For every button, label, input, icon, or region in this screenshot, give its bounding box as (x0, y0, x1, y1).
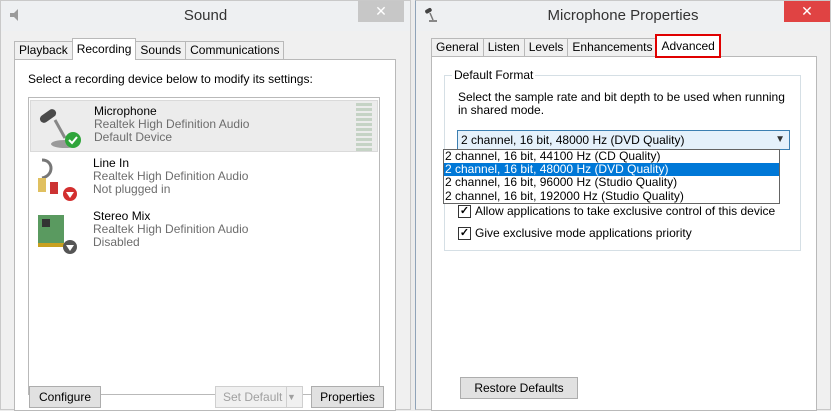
checkbox-label: Give exclusive mode applications priorit… (475, 226, 692, 240)
dropdown-option[interactable]: 2 channel, 16 bit, 192000 Hz (Studio Qua… (444, 189, 779, 203)
checkbox-label: Allow applications to take exclusive con… (475, 204, 776, 218)
rca-jack-icon (38, 158, 77, 201)
device-microphone[interactable]: Microphone Realtek High Definition Audio… (30, 100, 378, 152)
device-status: Default Device (94, 130, 173, 144)
format-dropdown-list: 2 channel, 16 bit, 44100 Hz (CD Quality)… (443, 149, 780, 204)
mic-tabs: General Listen Levels Enhancements Advan… (431, 34, 721, 58)
checkmark-icon[interactable]: ✓ (458, 226, 471, 240)
sound-window: Sound ✕ Playback Recording Sounds Commun… (0, 0, 411, 411)
restore-defaults-button[interactable]: Restore Defaults (460, 377, 578, 399)
chevron-down-icon: ▼ (775, 134, 785, 145)
tab-communications[interactable]: Communications (185, 41, 285, 60)
tab-enhancements[interactable]: Enhancements (567, 38, 658, 57)
tab-advanced[interactable]: Advanced (655, 34, 721, 58)
tab-playback[interactable]: Playback (14, 41, 73, 60)
microphone-properties-window: Microphone Properties ✕ General Listen L… (415, 0, 831, 411)
instruction-text: Select a recording device below to modif… (28, 72, 313, 86)
group-title: Default Format (452, 68, 536, 82)
close-button[interactable]: ✕ (358, 1, 404, 22)
checkmark-icon[interactable]: ✓ (458, 204, 471, 218)
tab-listen[interactable]: Listen (482, 38, 525, 57)
set-default-button[interactable]: Set Default ▼ (215, 386, 303, 408)
sound-card-icon (38, 215, 77, 254)
sound-tabs: Playback Recording Sounds Communications (14, 38, 285, 60)
mic-titlebar[interactable]: Microphone Properties ✕ (416, 1, 830, 31)
allow-exclusive-checkbox[interactable]: ✓ Allow applications to take exclusive c… (458, 204, 775, 218)
device-status: Not plugged in (93, 182, 171, 196)
priority-checkbox[interactable]: ✓ Give exclusive mode applications prior… (458, 226, 692, 240)
window-title: Microphone Properties (547, 7, 699, 24)
tab-general[interactable]: General (431, 38, 484, 57)
device-stereo-mix[interactable]: Stereo Mix Realtek High Definition Audio… (30, 206, 378, 258)
advanced-panel: Default Format Select the sample rate an… (431, 56, 817, 411)
tab-levels[interactable]: Levels (523, 38, 569, 57)
window-title: Sound (183, 7, 228, 24)
set-default-label: Set Default (223, 390, 283, 404)
configure-button[interactable]: Configure (29, 386, 101, 408)
device-status: Disabled (93, 235, 140, 249)
device-list: Microphone Realtek High Definition Audio… (28, 97, 380, 395)
microphone-icon (39, 109, 81, 148)
properties-button[interactable]: Properties (311, 386, 384, 408)
close-button[interactable]: ✕ (784, 1, 830, 22)
tab-recording[interactable]: Recording (71, 38, 137, 60)
format-selected-value: 2 channel, 16 bit, 48000 Hz (DVD Quality… (461, 133, 685, 147)
recording-panel: Select a recording device below to modif… (14, 59, 396, 411)
tab-sounds[interactable]: Sounds (135, 41, 187, 60)
device-line-in[interactable]: Line In Realtek High Definition Audio No… (30, 153, 378, 205)
format-select[interactable]: 2 channel, 16 bit, 48000 Hz (DVD Quality… (457, 130, 790, 150)
dropdown-option[interactable]: 2 channel, 16 bit, 96000 Hz (Studio Qual… (444, 176, 779, 189)
sound-titlebar[interactable]: Sound ✕ (1, 1, 410, 31)
format-description: Select the sample rate and bit depth to … (458, 90, 785, 117)
level-meter (356, 103, 372, 151)
chevron-down-icon[interactable]: ▼ (286, 387, 302, 407)
